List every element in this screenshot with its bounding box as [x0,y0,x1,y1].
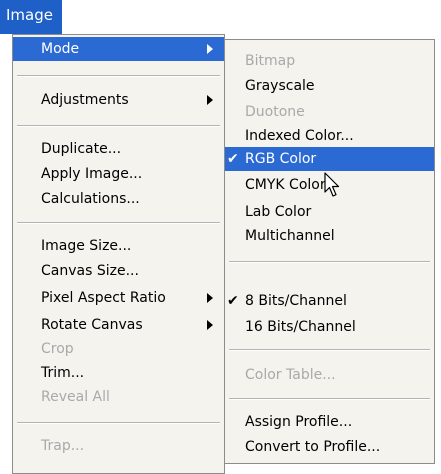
submenu-item-8-bits[interactable]: ✔ 8 Bits/Channel [225,289,434,313]
submenu-item-multichannel-label: Multichannel [245,228,335,244]
menubar-image-label: Image [6,6,53,24]
menu-item-canvas-size-label: Canvas Size... [41,263,139,279]
submenu-item-convert-to-profile-label: Convert to Profile... [245,439,381,455]
submenu-item-grayscale[interactable]: Grayscale [225,74,434,98]
submenu-item-grayscale-label: Grayscale [245,78,315,94]
menu-item-duplicate-label: Duplicate... [41,141,122,157]
submenu-item-assign-profile[interactable]: Assign Profile... [225,410,434,434]
submenu-arrow-icon [207,95,213,105]
menu-item-crop-label: Crop [41,341,74,357]
menu-separator [17,422,220,424]
submenu-item-8-bits-label: 8 Bits/Channel [245,293,347,309]
menu-item-trim-label: Trim... [41,365,85,381]
image-menu: Mode Adjustments Duplicate... Apply Imag… [12,34,225,474]
menu-item-calculations-label: Calculations... [41,191,140,207]
menu-item-canvas-size[interactable]: Canvas Size... [13,259,224,283]
submenu-item-color-table: Color Table... [225,363,434,387]
submenu-item-rgb-color-label: RGB Color [245,151,317,167]
submenu-item-lab-color-label: Lab Color [245,204,312,220]
menu-item-image-size[interactable]: Image Size... [13,234,224,258]
menu-item-trap: Trap... [13,434,224,458]
menu-separator [229,349,430,351]
menu-item-rotate-canvas[interactable]: Rotate Canvas [13,313,224,337]
submenu-item-cmyk-color-label: CMYK Color [245,177,326,193]
menu-item-mode[interactable]: Mode [13,37,224,61]
menu-item-adjustments[interactable]: Adjustments [13,88,224,112]
menu-item-reveal-all: Reveal All [13,385,224,409]
submenu-item-rgb-color[interactable]: ✔ RGB Color [225,147,434,171]
menu-item-image-size-label: Image Size... [41,238,132,254]
menu-separator [17,75,220,77]
submenu-item-bitmap: Bitmap [225,49,434,73]
submenu-item-indexed-color[interactable]: Indexed Color... [225,124,434,148]
submenu-item-16-bits[interactable]: 16 Bits/Channel [225,315,434,339]
mode-submenu: Bitmap Grayscale Duotone Indexed Color..… [224,39,435,464]
checkmark-icon: ✔ [227,293,239,309]
submenu-item-convert-to-profile[interactable]: Convert to Profile... [225,435,434,459]
submenu-item-16-bits-label: 16 Bits/Channel [245,319,356,335]
menu-item-trap-label: Trap... [41,438,85,454]
menu-item-adjustments-label: Adjustments [41,92,129,108]
menu-item-calculations[interactable]: Calculations... [13,187,224,211]
menu-separator [17,125,220,127]
submenu-item-lab-color[interactable]: Lab Color [225,200,434,224]
menu-item-crop: Crop [13,337,224,361]
menu-item-duplicate[interactable]: Duplicate... [13,137,224,161]
submenu-item-indexed-color-label: Indexed Color... [245,128,354,144]
submenu-arrow-icon [207,320,213,330]
submenu-item-duotone: Duotone [225,100,434,124]
menu-separator [229,398,430,400]
menubar-image[interactable]: Image [0,0,62,34]
menu-item-mode-label: Mode [41,41,80,57]
submenu-item-color-table-label: Color Table... [245,367,336,383]
menu-separator [229,261,430,263]
submenu-item-bitmap-label: Bitmap [245,53,296,69]
menu-item-reveal-all-label: Reveal All [41,389,110,405]
menu-item-pixel-aspect-ratio-label: Pixel Aspect Ratio [41,290,166,306]
menu-item-apply-image[interactable]: Apply Image... [13,162,224,186]
submenu-arrow-icon [207,44,213,54]
submenu-item-assign-profile-label: Assign Profile... [245,414,353,430]
mouse-pointer-icon [324,172,340,197]
submenu-item-multichannel[interactable]: Multichannel [225,224,434,248]
menu-item-rotate-canvas-label: Rotate Canvas [41,317,143,333]
submenu-item-duotone-label: Duotone [245,104,305,120]
menu-separator [17,222,220,224]
checkmark-icon: ✔ [227,151,239,167]
submenu-arrow-icon [207,293,213,303]
menu-item-trim[interactable]: Trim... [13,361,224,385]
menu-item-apply-image-label: Apply Image... [41,166,143,182]
menu-item-pixel-aspect-ratio[interactable]: Pixel Aspect Ratio [13,286,224,310]
